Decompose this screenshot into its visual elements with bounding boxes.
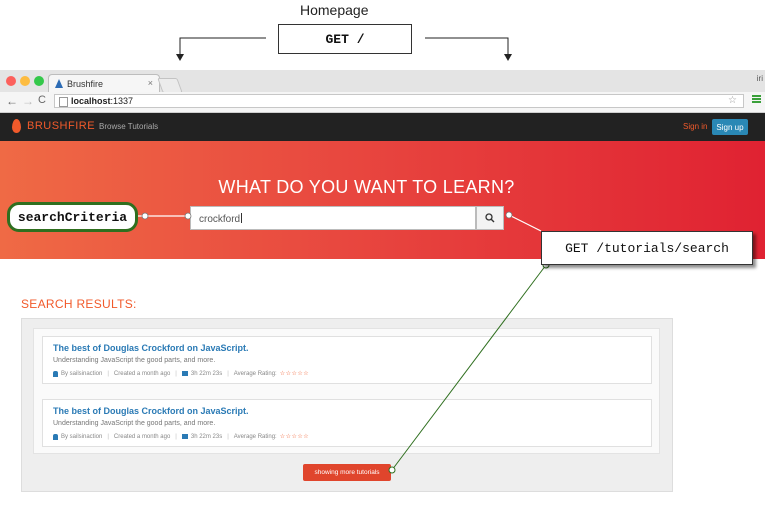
sign-in-link[interactable]: Sign in (683, 122, 707, 131)
minimize-window-icon[interactable] (20, 76, 30, 86)
result-title-link[interactable]: The best of Douglas Crockford on JavaScr… (53, 406, 249, 416)
video-icon (181, 434, 188, 439)
address-bar[interactable]: localhost:1337 (54, 94, 744, 108)
hero-heading: WHAT DO YOU WANT TO LEARN? (218, 177, 515, 197)
result-description: Understanding JavaScript the good parts,… (53, 357, 216, 364)
url-port: :1337 (110, 96, 134, 106)
new-tab-button[interactable] (157, 78, 183, 93)
page-icon (59, 97, 68, 107)
search-results-heading: SEARCH RESULTS: (21, 297, 137, 311)
right-arrow-line (425, 37, 509, 56)
right-arrow-head-icon (504, 54, 512, 61)
result-author: By sailsinaction (61, 370, 103, 377)
menu-icon[interactable] (752, 95, 761, 104)
result-description: Understanding JavaScript the good parts,… (53, 420, 216, 427)
result-title-link[interactable]: The best of Douglas Crockford on JavaScr… (53, 343, 249, 353)
tab-close-icon[interactable]: × (148, 78, 153, 88)
left-arrow-line (179, 37, 266, 56)
reload-icon[interactable]: C (38, 94, 46, 106)
result-duration: 3h 22m 23s (190, 370, 223, 377)
browser-toolbar: ← → C localhost:1337 ☆ (0, 92, 765, 113)
forward-arrow-icon[interactable]: → (22, 94, 34, 108)
result-card[interactable]: The best of Douglas Crockford on JavaScr… (42, 336, 652, 384)
tab-title: Brushfire (67, 79, 104, 89)
search-button[interactable] (476, 206, 504, 230)
result-meta: By sailsinaction | Created a month ago |… (53, 433, 309, 440)
brushfire-favicon-icon (55, 79, 63, 88)
result-rating-label: Average Rating: (233, 370, 277, 377)
url-host: localhost (71, 96, 111, 106)
result-created: Created a month ago (113, 433, 171, 440)
search-input[interactable]: crockford (190, 206, 476, 230)
close-window-icon[interactable] (6, 76, 16, 86)
result-rating-label: Average Rating: (233, 433, 277, 440)
profile-label: iri (756, 74, 763, 83)
user-icon (53, 370, 58, 377)
result-author: By sailsinaction (61, 433, 103, 440)
maximize-window-icon[interactable] (34, 76, 44, 86)
back-arrow-icon[interactable]: ← (6, 94, 18, 108)
browser-tab[interactable]: Brushfire × (48, 74, 160, 92)
search-input-value: crockford (199, 214, 241, 225)
rating-stars-icon: ☆☆☆☆☆ (279, 371, 310, 377)
brand-name: BRUSHFIRE (27, 120, 96, 132)
video-icon (181, 371, 188, 376)
browser-tab-bar: Brushfire × iri (0, 70, 765, 93)
browse-tutorials-link[interactable]: Browse Tutorials (99, 122, 158, 131)
get-search-annotation: GET /tutorials/search (541, 231, 753, 265)
search-criteria-annotation: searchCriteria (7, 202, 138, 232)
search-icon (485, 213, 495, 223)
site-navbar: BRUSHFIRE Browse Tutorials Sign in Sign … (0, 113, 765, 141)
result-meta: By sailsinaction | Created a month ago |… (53, 370, 309, 377)
flame-icon (12, 119, 21, 133)
show-more-tutorials-button[interactable]: showing more tutorials (303, 464, 391, 481)
get-root-annotation: GET / (278, 24, 412, 54)
result-card[interactable]: The best of Douglas Crockford on JavaScr… (42, 399, 652, 447)
search-results-list: The best of Douglas Crockford on JavaScr… (33, 328, 660, 454)
bookmark-star-icon[interactable]: ☆ (728, 95, 737, 106)
rating-stars-icon: ☆☆☆☆☆ (279, 434, 310, 440)
user-icon (53, 433, 58, 440)
sign-up-button[interactable]: Sign up (712, 119, 748, 135)
homepage-annotation-label: Homepage (300, 2, 369, 18)
brand-logo[interactable]: BRUSHFIRE (12, 119, 95, 133)
result-created: Created a month ago (113, 370, 171, 377)
left-arrow-head-icon (176, 54, 184, 61)
result-duration: 3h 22m 23s (190, 433, 223, 440)
